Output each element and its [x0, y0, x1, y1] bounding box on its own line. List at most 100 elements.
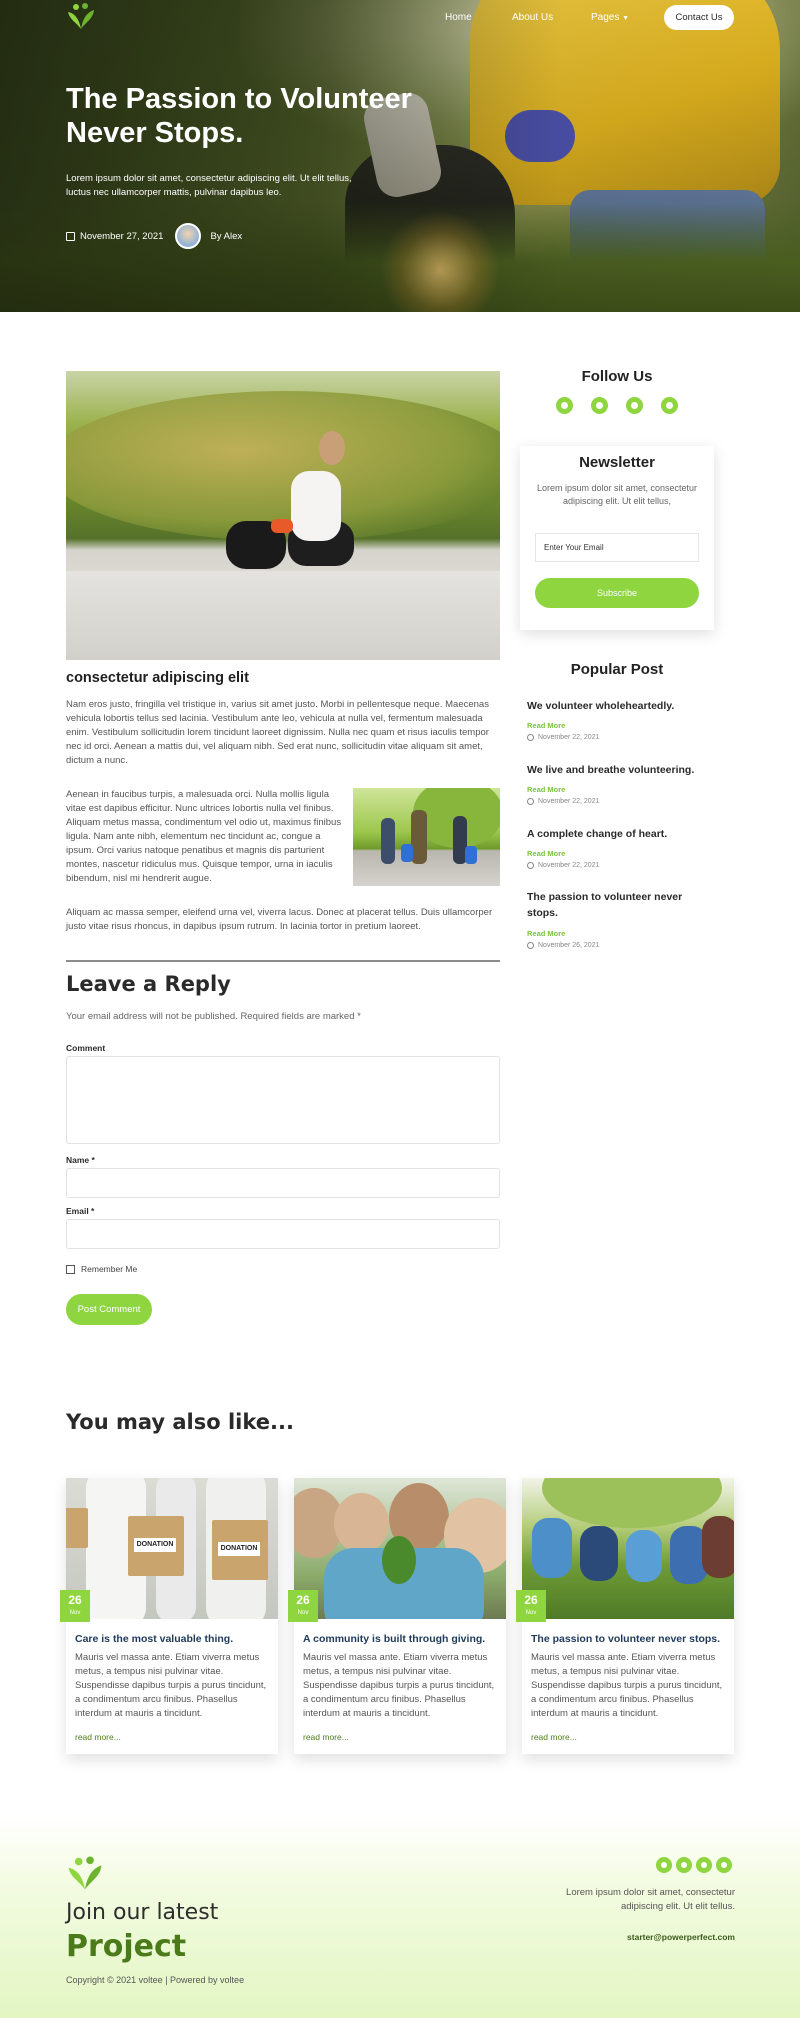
email-icon[interactable]	[696, 1857, 712, 1873]
subscribe-button[interactable]: Subscribe	[535, 578, 699, 608]
comment-textarea[interactable]	[66, 1056, 500, 1144]
instagram-icon[interactable]	[661, 397, 678, 414]
post-image-head	[319, 431, 345, 465]
reply-note: Your email address will not be published…	[66, 1011, 361, 1022]
popular-post-title[interactable]: A complete change of heart.	[527, 826, 707, 842]
clock-icon	[527, 734, 534, 741]
remember-checkbox[interactable]	[66, 1264, 75, 1274]
related-card-title[interactable]: Care is the most valuable thing.	[75, 1633, 271, 1645]
nav-about-us[interactable]: About Us	[512, 12, 553, 23]
skype-icon[interactable]	[716, 1857, 732, 1873]
post-paragraph-3: Aliquam ac massa semper, eleifend urna v…	[66, 907, 493, 932]
date-day: 26	[296, 1593, 310, 1607]
remember-me[interactable]: Remember Me	[66, 1264, 137, 1274]
img-person-5	[702, 1516, 734, 1578]
footer-description: Lorem ipsum dolor sit amet, consectetur …	[566, 1887, 735, 1912]
popular-post-date: November 22, 2021	[527, 862, 599, 869]
date-badge: 26 Nov	[288, 1590, 318, 1622]
popular-post-date: November 26, 2021	[527, 942, 599, 949]
popular-post-title[interactable]: We live and breathe volunteering.	[527, 762, 707, 778]
post-featured-image	[66, 371, 500, 660]
popular-post-title[interactable]: The passion to volunteer never stops.	[527, 889, 697, 921]
date-badge: 26 Nov	[60, 1590, 90, 1622]
clock-icon	[527, 862, 534, 869]
skype-icon[interactable]	[626, 397, 643, 414]
img-person-2	[580, 1526, 618, 1581]
popular-date-text: November 22, 2021	[538, 734, 600, 741]
contact-us-button[interactable]: Contact Us	[664, 5, 734, 30]
inline-image-bag-2	[465, 846, 477, 864]
post-image-glove	[271, 519, 293, 533]
related-card-text: Mauris vel massa ante. Etiam viverra met…	[75, 1652, 267, 1719]
img-person-1	[532, 1518, 572, 1578]
remember-label: Remember Me	[81, 1264, 138, 1274]
footer-email-link[interactable]: starter@powerperfect.com	[545, 1932, 735, 1942]
donation-box: DONATION	[128, 1516, 184, 1576]
newsletter-email-input[interactable]: Enter Your Email	[535, 533, 699, 562]
popular-read-more[interactable]: Read More	[527, 721, 565, 730]
popular-post-title[interactable]: We volunteer wholeheartedly.	[527, 698, 707, 714]
related-card-text: Mauris vel massa ante. Etiam viverra met…	[531, 1652, 723, 1719]
date-month: Nov	[69, 1610, 81, 1616]
read-more-link[interactable]: read more...	[303, 1732, 349, 1742]
post-image-body	[291, 471, 341, 541]
post-paragraph-2: Aenean in faucibus turpis, a malesuada o…	[66, 789, 342, 884]
post-image-sand	[66, 571, 500, 660]
related-card-title[interactable]: The passion to volunteer never stops.	[531, 1633, 727, 1645]
related-card-text: Mauris vel massa ante. Etiam viverra met…	[303, 1652, 495, 1719]
author-avatar	[175, 223, 202, 249]
hero-author[interactable]: By Alex	[210, 231, 242, 242]
related-card-image: DONATION DONATION	[66, 1478, 278, 1619]
facebook-icon[interactable]	[556, 397, 573, 414]
popular-read-more[interactable]: Read More	[527, 849, 565, 858]
post-heading: consectetur adipiscing elit	[66, 670, 249, 686]
donation-box-label: DONATION	[218, 1542, 260, 1556]
name-label: Name *	[66, 1155, 95, 1165]
chevron-down-icon: ▼	[622, 15, 630, 22]
popular-read-more[interactable]: Read More	[527, 785, 565, 794]
popular-date-text: November 26, 2021	[538, 942, 600, 949]
related-card-title[interactable]: A community is built through giving.	[303, 1633, 499, 1645]
date-badge: 26 Nov	[516, 1590, 546, 1622]
twitter-icon[interactable]	[591, 397, 608, 414]
date-day: 26	[68, 1593, 82, 1607]
related-card[interactable]: DONATION DONATION 26 Nov Care is the most…	[60, 1478, 278, 1754]
read-more-link[interactable]: read more...	[75, 1732, 121, 1742]
date-day: 26	[524, 1593, 538, 1607]
hero-overlay	[0, 0, 800, 312]
follow-us-heading: Follow Us	[581, 368, 653, 385]
hero-meta: November 27, 2021 By Alex	[66, 222, 242, 250]
clock-icon	[527, 942, 534, 949]
related-card[interactable]: 26 Nov The passion to volunteer never sto…	[516, 1478, 734, 1754]
popular-post-heading: Popular Post	[570, 661, 664, 678]
email-field[interactable]	[66, 1219, 500, 1249]
newsletter-card: Newsletter Lorem ipsum dolor sit amet, c…	[520, 446, 714, 630]
post-inline-image	[353, 788, 500, 886]
facebook-icon[interactable]	[656, 1857, 672, 1873]
related-card-image	[294, 1478, 506, 1619]
nav-home[interactable]: Home	[445, 12, 472, 23]
nav-pages-label: Pages	[591, 12, 620, 23]
reply-heading: Leave a Reply	[66, 972, 231, 996]
name-field[interactable]	[66, 1168, 500, 1198]
related-heading: You may also like...	[66, 1410, 294, 1434]
date-month: Nov	[297, 1610, 309, 1616]
popular-post-date: November 22, 2021	[527, 734, 599, 741]
logo-icon[interactable]	[66, 2, 96, 30]
calendar-icon	[66, 231, 75, 241]
read-more-link[interactable]: read more...	[531, 1732, 577, 1742]
clock-icon	[527, 798, 534, 805]
nav-pages[interactable]: Pages ▼	[591, 12, 629, 23]
hero-title: The Passion to Volunteer Never Stops.	[66, 83, 412, 149]
hero-banner	[0, 0, 800, 312]
post-comment-button[interactable]: Post Comment	[66, 1294, 152, 1325]
main-nav: Home About Us Pages ▼ Contact Us	[0, 0, 800, 36]
related-card[interactable]: 26 Nov A community is built through givin…	[288, 1478, 506, 1754]
footer-copyright: Copyright © 2021 voltee | Powered by vol…	[66, 1975, 245, 1985]
inline-image-person-2	[411, 810, 427, 864]
footer-logo-icon[interactable]	[66, 1855, 104, 1891]
hero-date: November 27, 2021	[80, 230, 164, 242]
popular-read-more[interactable]: Read More	[527, 929, 565, 938]
comment-label: Comment	[66, 1043, 106, 1053]
twitter-icon[interactable]	[676, 1857, 692, 1873]
